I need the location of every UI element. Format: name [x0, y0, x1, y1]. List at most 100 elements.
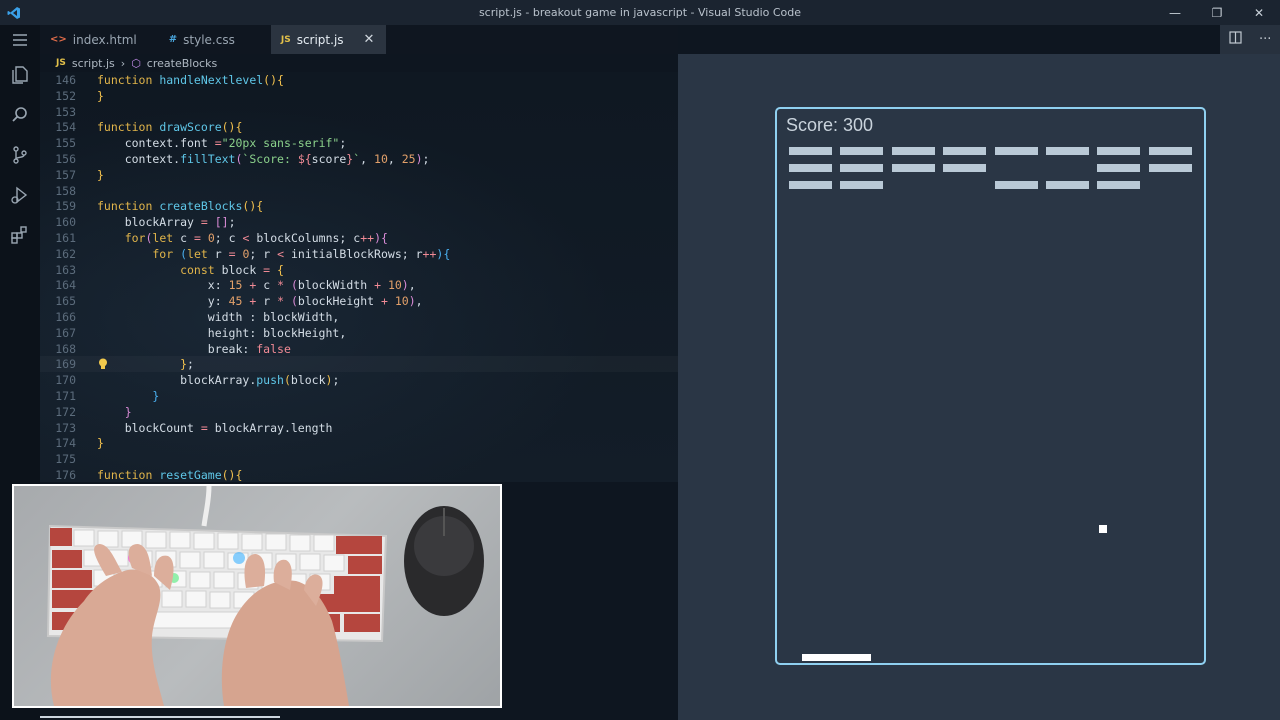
code-line[interactable]: 160 blockArray = []; [40, 214, 678, 230]
tab-style-css[interactable]: # style.css [149, 25, 247, 54]
line-number: 167 [55, 325, 76, 340]
code-line[interactable]: 170 blockArray.push(block); [40, 372, 678, 388]
code-text: x: 15 + c * (blockWidth + 10), [97, 278, 416, 293]
code-line[interactable]: 153 [40, 104, 678, 120]
code-text: const block = { [97, 262, 284, 277]
line-number: 168 [55, 341, 76, 356]
code-line[interactable]: 171 } [40, 388, 678, 404]
line-number: 159 [55, 199, 76, 214]
line-number: 155 [55, 136, 76, 151]
brick-block [1046, 147, 1089, 155]
code-text: } [97, 404, 132, 419]
line-number: 162 [55, 246, 76, 261]
code-line[interactable]: 172 } [40, 404, 678, 420]
breadcrumb-file[interactable]: script.js [72, 57, 115, 70]
line-number: 170 [55, 373, 76, 388]
code-text: width : blockWidth, [97, 310, 340, 324]
tab-script-js[interactable]: JS script.js ✕ [270, 25, 387, 54]
code-text: context.font ="20px sans-serif"; [97, 136, 347, 151]
lightbulb-icon[interactable] [97, 356, 109, 372]
code-line[interactable]: 166 width : blockWidth, [40, 309, 678, 325]
tab-index-html[interactable]: <> index.html [40, 25, 149, 54]
code-line[interactable]: 159 function createBlocks(){ [40, 198, 678, 214]
brick-block [789, 164, 832, 172]
split-editor-icon[interactable] [1229, 31, 1242, 48]
code-text: blockCount = blockArray.length [97, 420, 333, 435]
code-text: function drawScore(){ [97, 120, 243, 135]
line-number: 165 [55, 294, 76, 309]
brick-block [1097, 164, 1141, 172]
paddle[interactable] [802, 654, 871, 661]
code-line[interactable]: 175 [40, 451, 678, 467]
code-line[interactable]: 169 }; [40, 356, 678, 372]
line-number: 163 [55, 262, 76, 277]
editor-actions: ··· [1220, 25, 1280, 54]
run-debug-icon[interactable] [0, 175, 40, 215]
line-number: 152 [55, 88, 76, 103]
code-text: }; [97, 357, 194, 372]
code-line[interactable]: 174} [40, 435, 678, 451]
line-number: 161 [55, 231, 76, 245]
code-line[interactable]: 162 for (let r = 0; r < initialBlockRows… [40, 246, 678, 262]
vscode-logo-icon [0, 0, 28, 25]
line-number: 146 [55, 73, 76, 87]
code-line[interactable]: 173 blockCount = blockArray.length [40, 420, 678, 436]
extensions-icon[interactable] [0, 215, 40, 255]
brick-block [789, 147, 832, 155]
code-line[interactable]: 176 function resetGame(){ [40, 467, 678, 482]
brick-block [994, 147, 1038, 155]
line-number: 176 [55, 468, 76, 482]
code-line[interactable]: 161 for(let c = 0; c < blockColumns; c++… [40, 230, 678, 246]
window-title: script.js - breakout game in javascript … [478, 6, 802, 19]
code-text: function handleNextlevel(){ [97, 73, 284, 87]
files-icon[interactable] [0, 55, 40, 95]
code-editor[interactable]: 146 function handleNextlevel(){152} 153 154… [40, 72, 678, 482]
code-line[interactable]: 167 height: blockHeight, [40, 325, 678, 341]
code-line[interactable]: 154 function drawScore(){ [40, 119, 678, 135]
close-window-button[interactable]: ✕ [1238, 0, 1280, 25]
close-tab-icon[interactable]: ✕ [364, 32, 375, 47]
brick-block [840, 164, 884, 172]
maximize-button[interactable]: ❐ [1196, 0, 1238, 25]
code-text: function resetGame(){ [97, 468, 243, 482]
brick-block [1046, 181, 1089, 189]
code-line[interactable]: 146 function handleNextlevel(){ [40, 72, 678, 88]
line-number: 164 [55, 278, 76, 293]
code-line[interactable]: 157} [40, 167, 678, 183]
code-line[interactable]: 158 [40, 183, 678, 199]
brick-block [1148, 147, 1192, 155]
code-line[interactable]: 156 context.fillText(`Score: ${score}`, … [40, 151, 678, 167]
line-number: 156 [55, 152, 76, 166]
title-bar: script.js - breakout game in javascript … [0, 0, 1280, 25]
code-text: blockArray.push(block); [97, 373, 340, 388]
code-text: } [97, 436, 104, 451]
code-line[interactable]: 168 break: false [40, 341, 678, 357]
code-text: for(let c = 0; c < blockColumns; c++){ [97, 231, 388, 245]
source-control-icon[interactable] [0, 135, 40, 175]
line-number: 169 [55, 357, 76, 372]
brick-block [840, 147, 884, 155]
game-canvas[interactable]: Score: 300 [775, 107, 1206, 665]
code-text: context.fillText(`Score: ${score}`, 10, … [97, 152, 430, 166]
code-line[interactable]: 163 const block = { [40, 262, 678, 278]
breadcrumb-symbol[interactable]: createBlocks [147, 57, 217, 70]
css-file-icon: # [168, 34, 178, 45]
js-file-icon: JS [56, 58, 66, 68]
more-actions-icon[interactable]: ··· [1259, 32, 1271, 47]
code-text: y: 45 + r * (blockHeight + 10), [97, 294, 423, 309]
menu-icon[interactable] [0, 25, 40, 55]
code-text: function createBlocks(){ [97, 199, 264, 214]
code-line[interactable]: 164 x: 15 + c * (blockWidth + 10), [40, 277, 678, 293]
code-line[interactable]: 165 y: 45 + r * (blockHeight + 10), [40, 293, 678, 309]
minimize-button[interactable]: — [1154, 0, 1196, 25]
code-line[interactable]: 155 context.font ="20px sans-serif"; [40, 135, 678, 151]
line-number: 153 [55, 104, 76, 119]
browser-preview-pane: Score: 300 [678, 54, 1280, 720]
code-line[interactable]: 152} [40, 88, 678, 104]
line-number: 160 [55, 215, 76, 230]
line-number: 173 [55, 420, 76, 435]
code-text: for (let r = 0; r < initialBlockRows; r+… [97, 246, 451, 261]
brick-block [994, 181, 1038, 189]
search-icon[interactable] [0, 95, 40, 135]
brick-block [943, 147, 987, 155]
